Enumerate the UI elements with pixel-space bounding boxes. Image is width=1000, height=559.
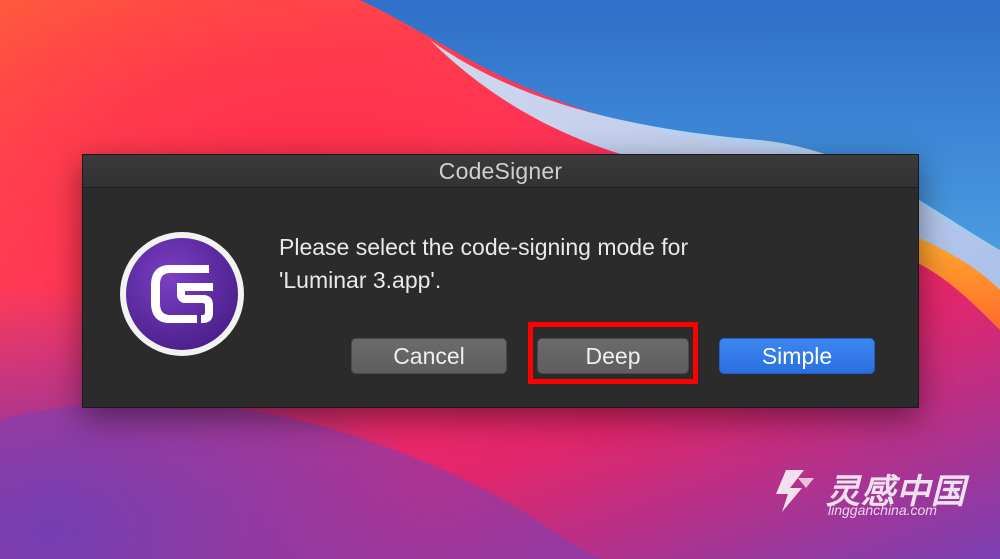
desktop: CodeSigner Please select the code-signin…	[0, 0, 1000, 559]
codesigner-dialog: CodeSigner Please select the code-signin…	[82, 154, 919, 408]
dialog-title: CodeSigner	[438, 157, 563, 184]
dialog-message: Please select the code-signing mode for …	[279, 231, 879, 297]
deep-button-highlight	[528, 322, 698, 384]
dialog-message-line2: 'Luminar 3.app'.	[279, 267, 442, 293]
watermark-url: lingganchina.com	[828, 502, 937, 518]
simple-button[interactable]: Simple	[719, 338, 875, 374]
codesigner-logo-icon	[120, 232, 244, 356]
lingganchina-logo-icon	[776, 470, 814, 512]
dialog-message-line1: Please select the code-signing mode for	[279, 234, 689, 260]
dialog-titlebar[interactable]: CodeSigner	[83, 155, 918, 188]
cancel-button[interactable]: Cancel	[351, 338, 507, 374]
watermark: 灵感中国 lingganchina.com	[768, 464, 978, 520]
